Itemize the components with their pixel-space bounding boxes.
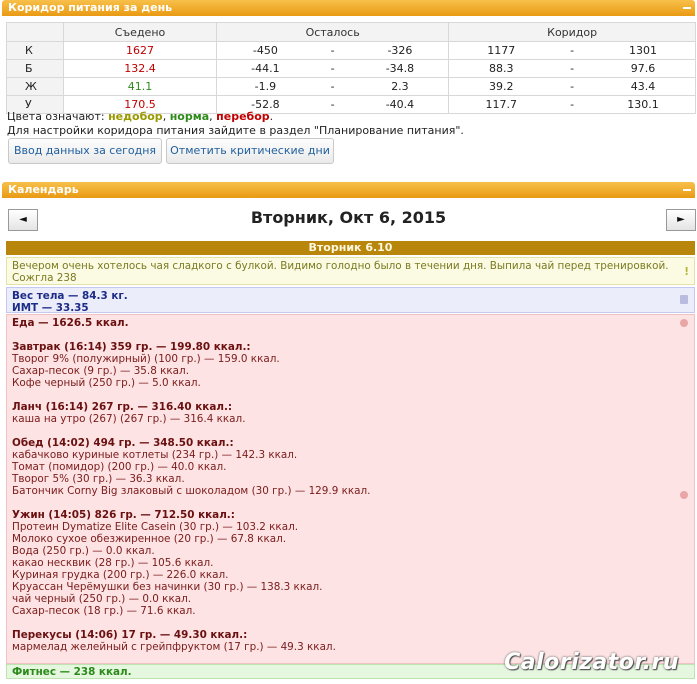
row-label: Ж — [6, 77, 64, 96]
table-row: К 1627 -450 - -326 1177 - 1301 — [6, 41, 697, 60]
dash: - — [553, 59, 592, 78]
left-max: -34.8 — [351, 59, 450, 78]
weight-value: Вес тела — 84.3 кг. — [12, 290, 128, 302]
enter-today-data-button[interactable]: Ввод данных за сегодня — [8, 138, 162, 164]
dash: - — [553, 41, 592, 60]
next-day-button[interactable]: ► — [666, 209, 696, 231]
current-date: Вторник, Окт 6, 2015 — [250, 208, 447, 227]
corridor-min: 88.3 — [448, 59, 554, 78]
table-row: Б 132.4 -44.1 - -34.8 88.3 - 97.6 — [6, 59, 697, 78]
eaten-value: 1627 — [63, 41, 217, 60]
header-eaten: Съедено — [63, 22, 217, 42]
corridor-max: 1301 — [591, 41, 697, 60]
calendar-panel-header[interactable]: Календарь — [2, 182, 695, 198]
meal-title: Завтрак (16:14) 359 гр. — 199.80 ккал.: — [12, 341, 251, 353]
row-label: К — [6, 41, 64, 60]
apple-icon — [680, 319, 688, 327]
meal-item: чай черный (250 гр.) — 0.0 ккал. — [12, 593, 192, 605]
meal-title: Обед (14:02) 494 гр. — 348.50 ккал.: — [12, 437, 234, 449]
meal-title: Ужин (14:05) 826 гр. — 712.50 ккал.: — [12, 509, 235, 521]
meal-item: Сахар-песок (18 гр.) — 71.6 ккал. — [12, 605, 196, 617]
eaten-value: 132.4 — [63, 59, 217, 78]
eaten-value: 41.1 — [63, 77, 217, 96]
meal-item: Сахар-песок (9 гр.) — 35.8 ккал. — [12, 365, 189, 377]
calendar-panel-title: Календарь — [8, 183, 79, 196]
food-block: Еда — 1626.5 ккал. Завтрак (16:14) 359 г… — [6, 314, 695, 664]
mark-critical-days-button[interactable]: Отметить критические дни — [166, 138, 334, 164]
corridor-min: 117.7 — [448, 95, 554, 114]
body-weight-block: Вес тела — 84.3 кг. ИМТ — 33.35 — [6, 287, 695, 314]
dash: - — [313, 95, 352, 114]
table-header-row: Съедено Осталось Коридор — [6, 22, 696, 42]
left-min: -450 — [215, 41, 314, 60]
scale-icon — [680, 295, 688, 304]
header-corridor: Коридор — [448, 22, 696, 42]
day-comment: Вечером очень хотелось чая сладкого с бу… — [6, 257, 695, 296]
corridor-min: 1177 — [448, 41, 554, 60]
day-label-bar: Вторник 6.10 — [6, 241, 695, 255]
collapse-icon[interactable] — [683, 7, 691, 9]
meal-item: Кофе черный (250 гр.) — 5.0 ккал. — [12, 377, 201, 389]
meal-item: каша на утро (267) (267 гр.) — 316.4 кка… — [12, 413, 246, 425]
meal-item: Куриная грудка (200 гр.) — 226.0 ккал. — [12, 569, 229, 581]
meal-item: какао несквик (28 гр.) — 105.6 ккал. — [12, 557, 214, 569]
dash: - — [313, 41, 352, 60]
settings-note: Для настройки коридора питания зайдите в… — [7, 124, 464, 137]
meal-item: Молоко сухое обезжиренное (20 гр.) — 67.… — [12, 533, 287, 545]
meal-item: Батончик Corny Big злаковый с шоколадом … — [12, 485, 371, 497]
header-empty — [6, 22, 64, 42]
meal-item: Творог 5% (30 гр.) — 36.3 ккал. — [12, 473, 185, 485]
meal-item: Вода (250 гр.) — 0.0 ккал. — [12, 545, 155, 557]
corridor-panel-header[interactable]: Коридор питания за день — [2, 0, 695, 16]
legend-ok: норма — [169, 110, 210, 123]
corridor-max: 130.1 — [591, 95, 697, 114]
collapse-icon[interactable] — [683, 189, 691, 191]
legend-over: перебор — [216, 110, 270, 123]
apple-icon — [680, 491, 688, 499]
dash: - — [553, 77, 592, 96]
corridor-min: 39.2 — [448, 77, 554, 96]
meal-item: кабачково куриные котлеты (234 гр.) — 14… — [12, 449, 298, 461]
left-min: -44.1 — [215, 59, 314, 78]
color-legend: Цвета означают: недобор, норма, перебор. — [7, 110, 274, 123]
dash: - — [313, 77, 352, 96]
meal-item: Томат (помидор) (200 гр.) — 40.0 ккал. — [12, 461, 227, 473]
bmi-value: ИМТ — 33.35 — [12, 302, 89, 314]
left-max: -40.4 — [351, 95, 450, 114]
left-max: 2.3 — [351, 77, 450, 96]
meal-item: Круассан Черёмушки без начинки (30 гр.) … — [12, 581, 323, 593]
corridor-max: 97.6 — [591, 59, 697, 78]
comment-line: Вечером очень хотелось чая сладкого с бу… — [12, 260, 669, 284]
corridor-table: Съедено Осталось Коридор К 1627 -450 - -… — [6, 22, 697, 114]
meal-item: Творог 9% (полужирный) (100 гр.) — 159.0… — [12, 353, 280, 365]
left-max: -326 — [351, 41, 450, 60]
dash: - — [313, 59, 352, 78]
row-label: Б — [6, 59, 64, 78]
corridor-panel-title: Коридор питания за день — [8, 1, 173, 14]
left-min: -1.9 — [215, 77, 314, 96]
dash: - — [553, 95, 592, 114]
meal-title: Перекусы (14:06) 17 гр. — 49.30 ккал.: — [12, 629, 248, 641]
food-total: Еда — 1626.5 ккал. — [12, 317, 129, 329]
corridor-max: 43.4 — [591, 77, 697, 96]
watermark-logo: Calorizator.ru — [504, 650, 679, 675]
meal-title: Ланч (16:14) 267 гр. — 316.40 ккал.: — [12, 401, 233, 413]
table-row: Ж 41.1 -1.9 - 2.3 39.2 - 43.4 — [6, 77, 697, 96]
legend-low: недобор — [108, 110, 163, 123]
legend-prefix: Цвета означают: — [7, 110, 105, 123]
header-left: Осталось — [215, 22, 450, 42]
exclamation-icon: ! — [684, 266, 689, 278]
meal-item: Протеин Dymatize Elite Casein (30 гр.) —… — [12, 521, 299, 533]
